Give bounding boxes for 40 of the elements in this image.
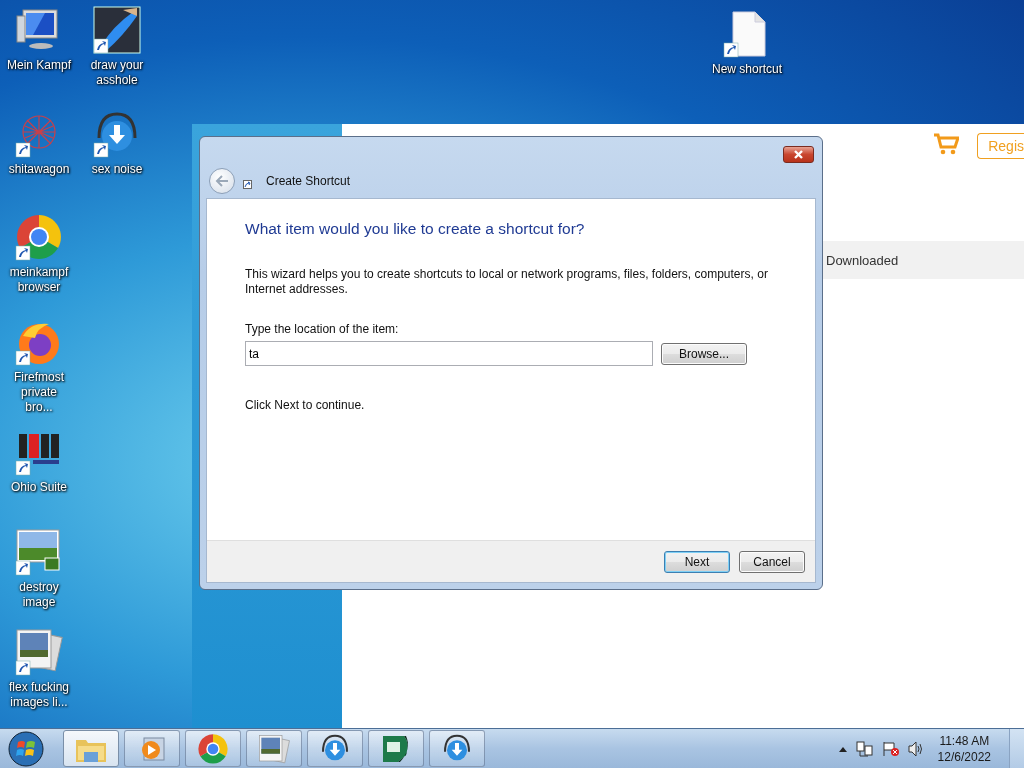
desktop-icon-label: shitawagon	[7, 162, 71, 177]
desktop-icon-label: Ohio Suite	[9, 480, 68, 495]
dialog-button[interactable]: Cancel	[739, 550, 805, 573]
network-icon[interactable]	[855, 740, 874, 757]
desktop-icon-label: draw your asshole	[89, 58, 145, 88]
field-label: Type the location of the item:	[245, 322, 400, 336]
wizard-heading: What item would you like to create a shortcut for?	[245, 220, 586, 238]
shortcut-icon	[243, 180, 252, 189]
desktop-icon-label: flex fucking images li...	[8, 680, 70, 710]
desktop-icon-label: Mein Kampf	[6, 58, 72, 73]
taskbar-button[interactable]	[246, 730, 302, 767]
flag-error-icon[interactable]	[881, 740, 900, 757]
desktop-icon-label: sex noise	[90, 162, 144, 177]
clock-date: 12/6/2022	[937, 748, 991, 765]
browser-icon[interactable]	[15, 213, 63, 261]
close-button[interactable]	[783, 146, 814, 163]
location-field[interactable]: ta	[245, 341, 653, 366]
wizard-description: This wizard helps you to create shortcuts to local or network programs, files, folders, computers, or Internet addresses.	[245, 267, 769, 297]
back-arrow-icon	[215, 174, 229, 187]
browse-button[interactable]: Browse...	[661, 342, 747, 365]
clock-time: 11:48 AM	[939, 732, 990, 749]
instruction-text: Click Next to continue.	[245, 398, 366, 412]
dialog-button[interactable]: Next	[664, 550, 730, 573]
desktop-icon-label: New shortcut	[711, 62, 783, 77]
dialog-title: Create Shortcut	[266, 173, 351, 188]
taskbar-button[interactable]	[429, 730, 485, 767]
desktop-icon-label: destroy image	[18, 580, 60, 610]
paint-brush-icon[interactable]	[93, 6, 141, 54]
close-icon	[793, 150, 804, 159]
photos-icon	[258, 733, 290, 764]
desktop-icon-label: Firefmost private bro...	[13, 370, 65, 415]
column-header[interactable]: Downloaded	[826, 252, 899, 268]
image-icon[interactable]	[15, 528, 63, 576]
photos-icon[interactable]	[15, 628, 63, 676]
speaker-icon[interactable]	[907, 740, 924, 757]
desktop-icon-label: meinkampf browser	[8, 265, 70, 295]
clock[interactable]: 11:48 AM 12/6/2022	[937, 732, 991, 765]
taskbar-button[interactable]	[307, 730, 363, 767]
browser-icon	[197, 732, 229, 765]
start-button[interactable]	[6, 729, 46, 768]
